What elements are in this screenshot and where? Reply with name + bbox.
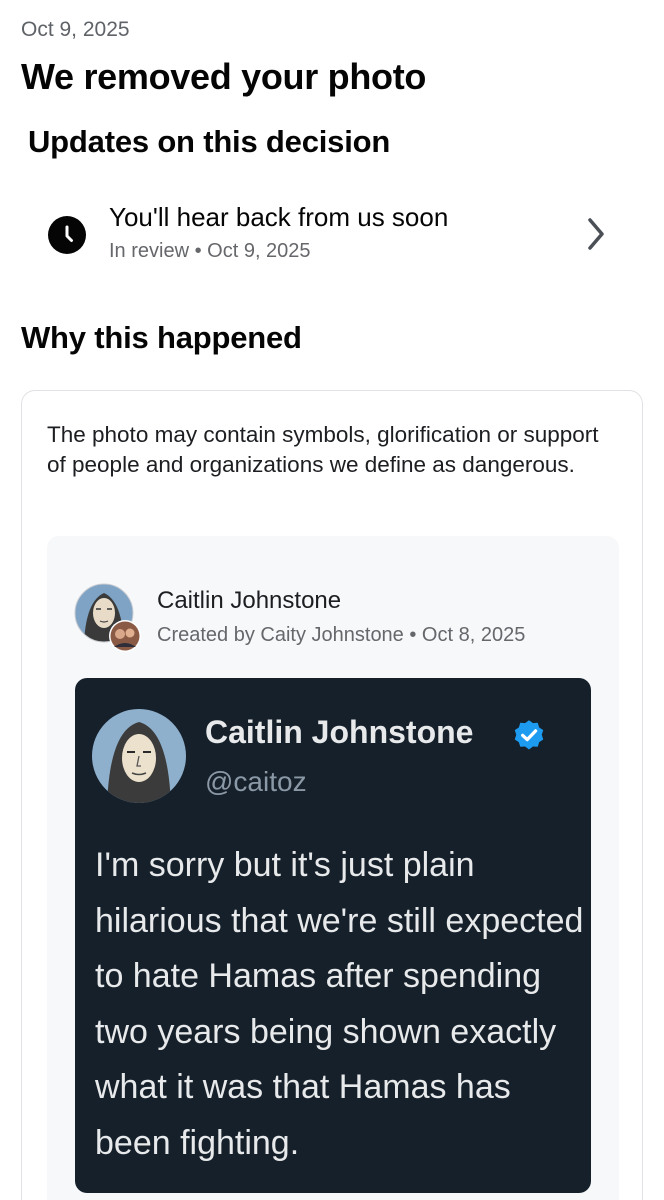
update-meta: In review • Oct 9, 2025 — [109, 240, 311, 262]
tweet-avatar — [92, 709, 186, 803]
tweet-text: I'm sorry but it's just plain hilarious … — [95, 846, 584, 1162]
clock-icon — [48, 216, 86, 254]
reason-description: The photo may contain symbols, glorifica… — [47, 422, 599, 477]
tweet-author-handle: @caitoz — [205, 766, 307, 797]
decision-update-row[interactable]: You'll hear back from us soon In review … — [0, 190, 664, 280]
updates-heading: Updates on this decision — [28, 124, 391, 159]
post-author: Caitlin Johnstone — [157, 587, 342, 614]
chevron-right-icon[interactable] — [584, 214, 608, 254]
post-meta: Created by Caity Johnstone • Oct 8, 2025 — [157, 624, 526, 646]
verified-badge-icon — [514, 720, 544, 750]
reason-card: The photo may contain symbols, glorifica… — [21, 390, 643, 1200]
tweet-screenshot: Caitlin Johnstone @caitoz I'm sorry but … — [75, 678, 591, 1193]
decision-date: Oct 9, 2025 — [21, 18, 130, 41]
page-title: We removed your photo — [21, 56, 427, 97]
author-avatar — [74, 583, 141, 652]
tweet-author-name: Caitlin Johnstone — [205, 714, 474, 750]
why-heading: Why this happened — [21, 320, 302, 355]
removed-post-preview: Caitlin Johnstone Created by Caity Johns… — [47, 536, 619, 1200]
update-title: You'll hear back from us soon — [109, 202, 449, 232]
